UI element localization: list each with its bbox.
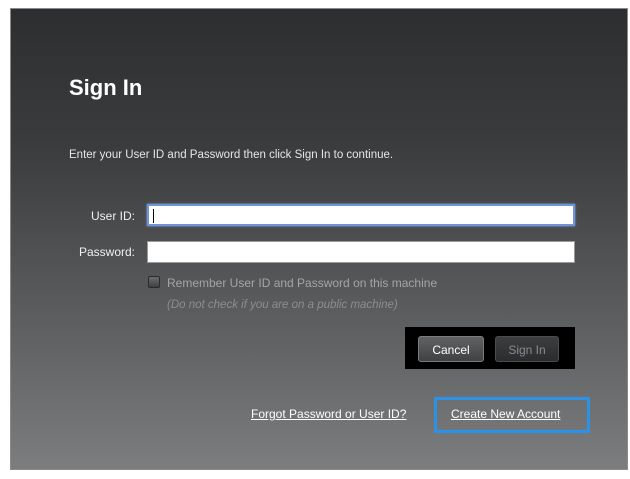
user-id-label: User ID: <box>90 209 135 223</box>
cancel-button[interactable]: Cancel <box>418 336 484 362</box>
password-label: Password: <box>78 245 135 259</box>
sign-in-button[interactable]: Sign In <box>495 336 559 362</box>
text-caret <box>153 209 154 223</box>
password-input[interactable] <box>147 241 575 263</box>
remember-checkbox[interactable] <box>148 276 160 288</box>
instructions-text: Enter your User ID and Password then cli… <box>69 149 394 161</box>
forgot-password-link[interactable]: Forgot Password or User ID? <box>251 407 406 421</box>
dialog-title: Sign In <box>69 75 143 100</box>
public-machine-note: (Do not check if you are on a public mac… <box>167 299 398 311</box>
button-bar: Cancel Sign In <box>405 327 575 369</box>
user-id-input[interactable] <box>147 204 575 226</box>
create-account-link[interactable]: Create New Account <box>451 407 560 421</box>
sign-in-dialog: Sign In Enter your User ID and Password … <box>10 8 628 470</box>
remember-label[interactable]: Remember User ID and Password on this ma… <box>167 276 437 290</box>
